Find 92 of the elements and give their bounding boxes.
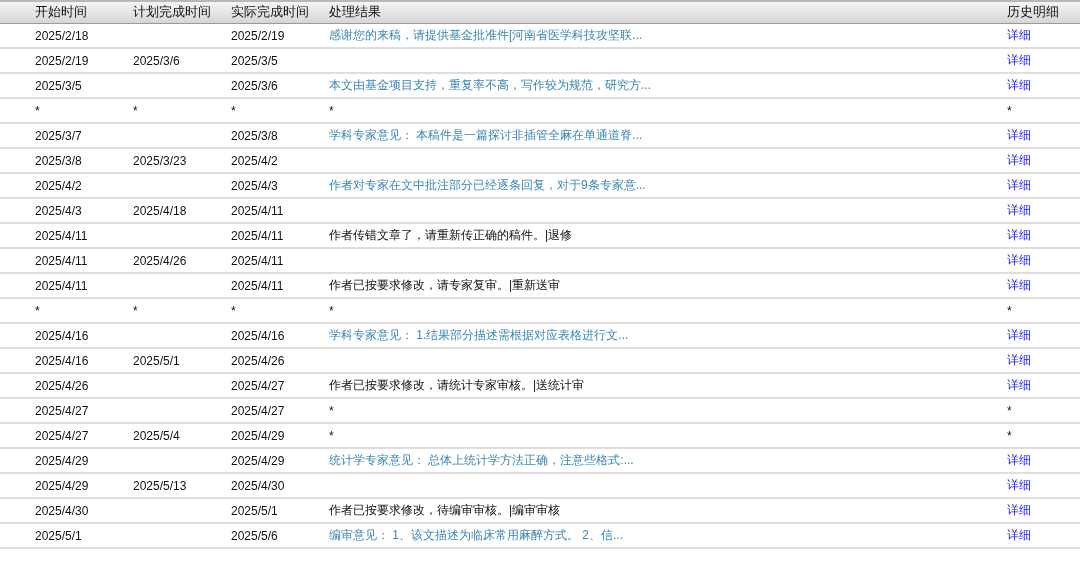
table-cell-text: 作者已按要求修改，请统计专家审核。|送统计审	[329, 377, 586, 394]
table-cell-text: *	[133, 103, 139, 118]
column-header: 计划完成时间	[133, 4, 212, 21]
table-cell-text: 2025/4/11	[35, 278, 89, 293]
result-link[interactable]: 学科专家意见： 本稿件是一篇探讨非插管全麻在单通道脊...	[329, 127, 1007, 144]
table-cell-text: *	[329, 403, 335, 418]
column-header: 开始时间	[35, 4, 88, 21]
table-cell-text: 2025/5/4	[133, 428, 181, 443]
table-cell-text: 2025/4/16	[231, 328, 286, 343]
table-cell-text: 2025/3/6	[231, 78, 279, 93]
detail-link[interactable]: 详细	[1007, 252, 1080, 269]
table-cell-text: 2025/2/19	[231, 28, 286, 43]
result-link[interactable]: 统计学专家意见： 总体上统计学方法正确，注意些格式:...	[329, 452, 1007, 469]
table-cell-text: 2025/3/6	[133, 53, 181, 68]
table-cell-text: 2025/4/3	[35, 203, 83, 218]
result-link[interactable]: 感谢您的来稿，请提供基金批准件[河南省医学科技攻坚联...	[329, 27, 1007, 44]
result-link[interactable]: 学科专家意见： 1.结果部分描述需根据对应表格进行文...	[329, 327, 1007, 344]
detail-link[interactable]: 详细	[1007, 477, 1080, 494]
table-cell-text: 2025/4/3	[231, 178, 279, 193]
result-link[interactable]: 本文由基金项目支持，重复率不高，写作较为规范，研究方...	[329, 77, 1007, 94]
table-cell-text: 2025/4/11	[231, 253, 285, 268]
table-cell-text: *	[231, 103, 237, 118]
detail-link[interactable]: 详细	[1007, 502, 1080, 519]
detail-link[interactable]: 详细	[1007, 202, 1080, 219]
result-link[interactable]: 编审意见： 1、该文描述为临床常用麻醉方式。 2、信...	[329, 527, 1007, 544]
table-cell-text: 2025/4/29	[35, 478, 90, 493]
table-cell-text: *	[133, 303, 139, 318]
detail-link[interactable]: 详细	[1007, 152, 1080, 169]
table-cell-text: 2025/4/29	[231, 453, 286, 468]
table-cell-text: *	[35, 103, 41, 118]
table-cell-text: 2025/5/1	[35, 528, 83, 543]
table-cell-text: 2025/4/16	[35, 328, 90, 343]
detail-link[interactable]: 详细	[1007, 352, 1080, 369]
table-cell-text: 2025/4/18	[133, 203, 188, 218]
table-cell-text: 2025/2/19	[35, 53, 90, 68]
table-cell-text: 2025/4/27	[231, 378, 286, 393]
table-cell-text: 2025/4/11	[35, 253, 89, 268]
table-cell-text: 2025/2/18	[35, 28, 90, 43]
table-cell-text: *	[329, 303, 335, 318]
table-cell-text: *	[329, 428, 335, 443]
table-cell-text: 2025/4/27	[231, 403, 286, 418]
detail-link[interactable]: 详细	[1007, 52, 1080, 69]
detail-link[interactable]: 详细	[1007, 127, 1080, 144]
table-cell-text: 2025/3/5	[231, 53, 279, 68]
column-header: 处理结果	[329, 4, 382, 21]
table-cell-text: 2025/4/26	[231, 353, 286, 368]
table-cell-text: 2025/3/8	[35, 153, 83, 168]
table-cell-text: 2025/5/1	[231, 503, 279, 518]
table-cell-text: 2025/5/6	[231, 528, 279, 543]
detail-link[interactable]: 详细	[1007, 377, 1080, 394]
table-cell-text: 2025/4/26	[35, 378, 90, 393]
result-link[interactable]: 作者对专家在文中批注部分已经逐条回复，对于9条专家意...	[329, 177, 1007, 194]
table-cell-text: 2025/5/1	[133, 353, 181, 368]
table-cell-text: 2025/3/7	[35, 128, 83, 143]
table-cell-text: 作者传错文章了，请重新传正确的稿件。|退修	[329, 227, 574, 244]
table-cell-text: *	[1007, 403, 1013, 418]
table-cell-text: *	[329, 103, 335, 118]
table-cell-text: 2025/4/11	[231, 228, 285, 243]
column-header: 实际完成时间	[231, 4, 310, 21]
table-cell-text: 2025/4/30	[35, 503, 90, 518]
table-cell-text: 2025/4/2	[35, 178, 83, 193]
table-cell-text: *	[231, 303, 237, 318]
table-cell-text: 2025/3/23	[133, 153, 188, 168]
table-cell-text: 2025/4/29	[35, 453, 90, 468]
table-cell-text: 2025/3/8	[231, 128, 279, 143]
table-cell-text: *	[1007, 303, 1013, 318]
table-cell-text: 2025/4/29	[231, 428, 286, 443]
detail-link[interactable]: 详细	[1007, 277, 1080, 294]
table-cell-text: 2025/4/30	[231, 478, 286, 493]
detail-link[interactable]: 详细	[1007, 452, 1080, 469]
table-cell-text: 2025/4/27	[35, 428, 90, 443]
table-cell-text: 2025/4/16	[35, 353, 90, 368]
detail-link[interactable]: 详细	[1007, 327, 1080, 344]
table-cell-text: 2025/4/11	[231, 203, 285, 218]
table-cell-text: 2025/4/11	[231, 278, 285, 293]
table-cell-text: 2025/4/27	[35, 403, 90, 418]
detail-link[interactable]: 详细	[1007, 177, 1080, 194]
detail-link[interactable]: 详细	[1007, 527, 1080, 544]
detail-link[interactable]: 详细	[1007, 77, 1080, 94]
table-cell-text: 2025/4/2	[231, 153, 279, 168]
table-cell-text: 2025/4/26	[133, 253, 188, 268]
table-cell-text: *	[1007, 428, 1013, 443]
detail-link[interactable]: 详细	[1007, 227, 1080, 244]
table-cell-text: 2025/3/5	[35, 78, 83, 93]
table-cell-text: 2025/5/13	[133, 478, 188, 493]
table-cell-text: 作者已按要求修改，请专家复审。|重新送审	[329, 277, 562, 294]
table-cell-text: 作者已按要求修改，待编审审核。|编审审核	[329, 502, 562, 519]
column-header: 历史明细	[1007, 4, 1060, 21]
detail-link[interactable]: 详细	[1007, 27, 1080, 44]
table-cell-text: *	[35, 303, 41, 318]
table-cell-text: *	[1007, 103, 1013, 118]
table-cell-text: 2025/4/11	[35, 228, 89, 243]
